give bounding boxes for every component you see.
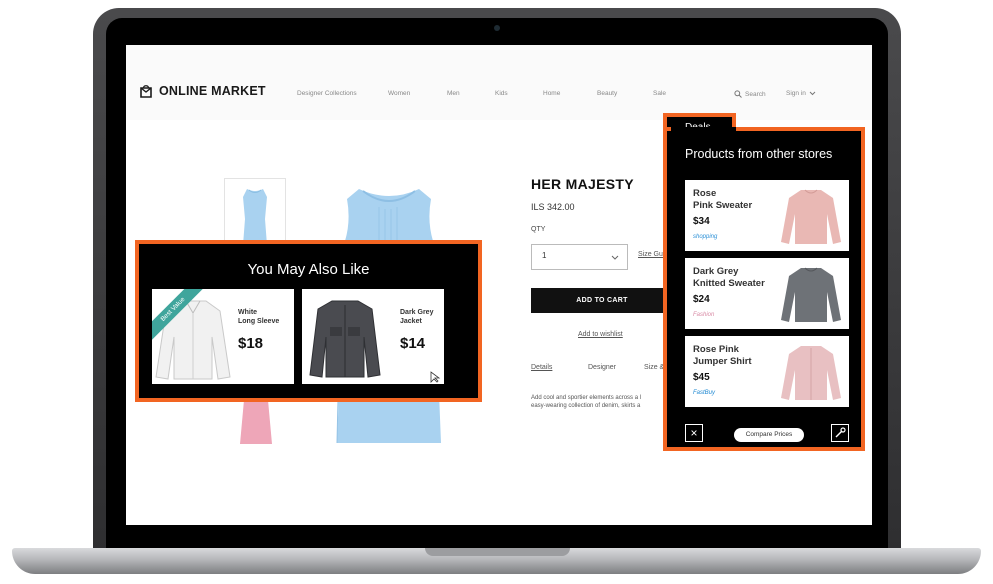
size-guide-link[interactable]: Size Gui: [638, 251, 664, 258]
nav-home[interactable]: Home: [543, 90, 560, 97]
deal-name: Dark Grey Knitted Sweater: [693, 266, 765, 289]
laptop-notch: [425, 548, 570, 556]
close-button[interactable]: ×: [685, 424, 703, 442]
site-name: ONLINE MARKET: [159, 84, 266, 98]
you-may-also-like-title: You May Also Like: [247, 261, 370, 278]
deals-panel: Products from other stores Rose Pink Swe…: [663, 127, 865, 451]
search-label: Search: [745, 90, 766, 98]
deals-title: Products from other stores: [685, 147, 833, 161]
qty-label: QTY: [531, 226, 546, 233]
you-may-also-like-panel: You May Also Like Best Value White Long …: [135, 240, 482, 402]
signin-label: Sign in: [786, 90, 806, 97]
camera-icon: [494, 25, 500, 31]
bag-icon: [140, 85, 152, 98]
chevron-down-icon: [611, 255, 619, 260]
tab-designer[interactable]: Designer: [588, 364, 616, 371]
nav-sale[interactable]: Sale: [653, 90, 666, 97]
compare-prices-button[interactable]: Compare Prices: [734, 428, 804, 442]
deal-card[interactable]: Rose Pink Sweater $34 shopping: [685, 180, 849, 251]
deal-price: $45: [693, 372, 710, 383]
recommendation-name: White Long Sleeve: [238, 309, 280, 325]
signin-link[interactable]: Sign in: [786, 90, 816, 97]
tab-size[interactable]: Size &: [644, 364, 664, 371]
rose-sweater-image: [781, 189, 841, 244]
product-title: HER MAJESTY: [531, 176, 634, 192]
qty-select[interactable]: 1: [531, 244, 628, 270]
chevron-down-icon: [809, 91, 816, 96]
nav-kids[interactable]: Kids: [495, 90, 508, 97]
deals-tab-join: [671, 127, 736, 133]
nav-women[interactable]: Women: [388, 90, 410, 97]
deal-price: $24: [693, 294, 710, 305]
settings-button[interactable]: [831, 424, 849, 442]
deal-price: $34: [693, 216, 710, 227]
description-line-1: Add cool and sportier elements across a …: [531, 395, 642, 401]
search-link[interactable]: Search: [734, 90, 766, 98]
recommendation-price: $18: [238, 335, 264, 352]
add-to-wishlist-link[interactable]: Add to wishlist: [578, 331, 623, 338]
deal-card[interactable]: Dark Grey Knitted Sweater $24 Fashion: [685, 258, 849, 329]
product-price: ILS 342.00: [531, 202, 575, 212]
qty-value: 1: [542, 251, 547, 260]
recommendation-name: Dark Grey Jacket: [400, 309, 434, 325]
product-description: Add cool and sportier elements across a …: [531, 394, 671, 410]
deal-store-logo: FastBuy: [693, 390, 716, 396]
deal-store-logo: shopping: [693, 234, 718, 240]
pink-jumper-image: [781, 346, 841, 400]
description-line-2: easy-wearing collection of denim, skirts…: [531, 403, 641, 409]
nav-beauty[interactable]: Beauty: [597, 90, 617, 97]
logo[interactable]: ONLINE MARKET: [139, 84, 266, 98]
nav-designer-collections[interactable]: Designer Collections: [297, 90, 357, 97]
deal-name: Rose Pink Jumper Shirt: [693, 344, 752, 367]
deal-store-logo: Fashion: [693, 312, 715, 318]
product-thumbnail-pink[interactable]: [236, 400, 276, 444]
dark-jacket-image: [309, 300, 381, 378]
deal-name: Rose Pink Sweater: [693, 188, 753, 211]
cursor-icon: [430, 371, 441, 383]
recommendation-card[interactable]: Best Value White Long Sleeve $18: [152, 289, 294, 384]
deal-card[interactable]: Rose Pink Jumper Shirt $45 FastBuy: [685, 336, 849, 407]
grey-sweater-image: [781, 267, 841, 322]
recommendation-price: $14: [400, 335, 426, 352]
recommendation-card[interactable]: Dark Grey Jacket $14: [302, 289, 444, 384]
top-nav: ONLINE MARKET Designer Collections Women…: [126, 45, 872, 120]
tab-details[interactable]: Details: [531, 364, 552, 371]
nav-men[interactable]: Men: [447, 90, 460, 97]
search-icon: [734, 90, 742, 98]
wrench-icon: [835, 427, 846, 438]
add-to-cart-button[interactable]: ADD TO CART: [531, 288, 673, 313]
